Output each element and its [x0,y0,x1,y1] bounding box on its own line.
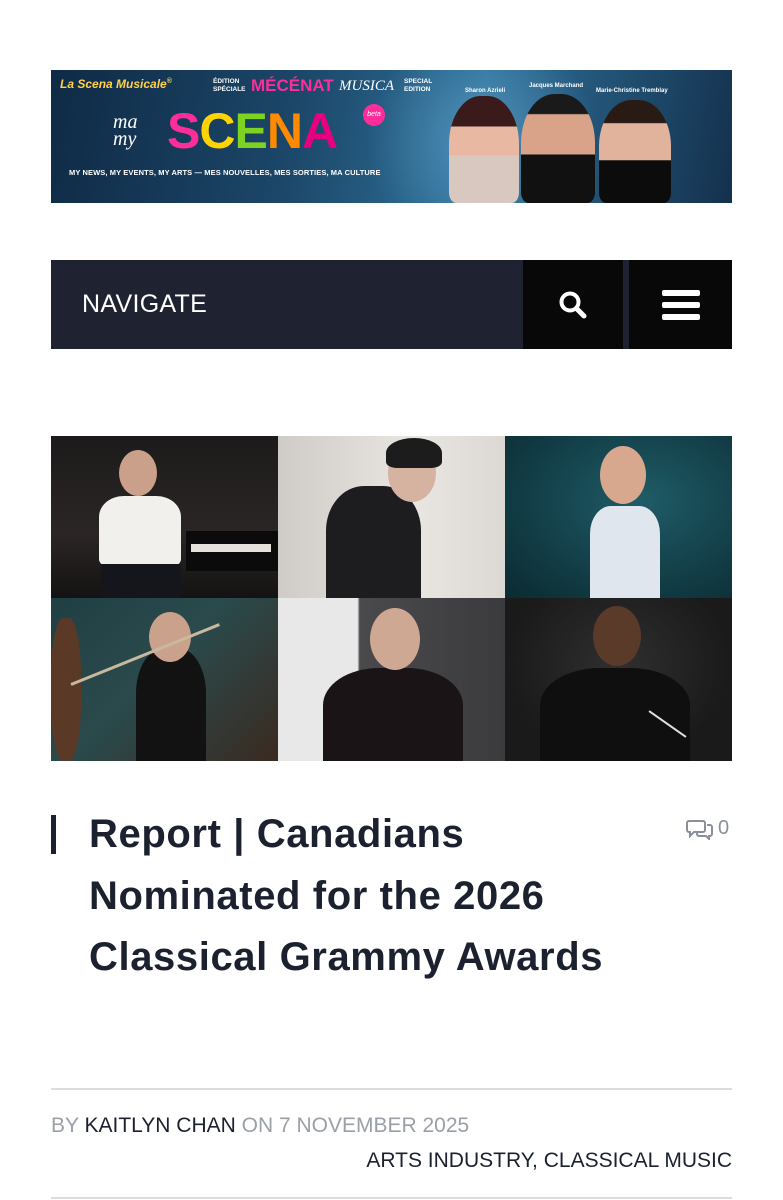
figure-legs [101,564,181,598]
figure-body [326,486,421,598]
figure-body [540,668,690,761]
photo-pianist-portrait [278,436,505,598]
photo-pianist [51,436,278,598]
banner-portrait [521,94,595,203]
banner-ma-my: ma my [113,111,138,150]
divider [51,1088,732,1090]
author-link[interactable]: KAITLYN CHAN [84,1114,235,1137]
photo-conductor-arms-crossed [505,598,732,761]
menu-button[interactable] [629,260,732,349]
category-link[interactable]: ARTS INDUSTRY [366,1149,532,1172]
category-separator: , [532,1149,544,1172]
divider [51,1197,732,1199]
banner-tagline: MY NEWS, MY EVENTS, MY ARTS — MES NOUVEL… [69,168,381,177]
search-icon [559,291,587,318]
byline-prefix: BY [51,1114,85,1137]
figure-body [99,496,181,566]
banner-mecenat: MÉCÉNAT [251,76,334,95]
hamburger-menu-icon [661,289,700,320]
photo-conductor [278,598,505,761]
banner-beta-badge: beta [363,104,385,126]
banner-person-label: Marie-Christine Tremblay [596,88,668,94]
figure-head [593,606,641,666]
navigation-bar: NAVIGATE [51,260,732,349]
featured-image-collage[interactable] [51,436,732,761]
search-button[interactable] [523,260,623,349]
banner-person-label: Sharon Azrieli [465,88,506,94]
figure-head [119,450,157,496]
title-accent-bar [51,815,56,854]
banner-edition-right: SPECIAL EDITION [404,78,433,93]
byline: BY KAITLYN CHAN ON 7 NOVEMBER 2025 [51,1114,469,1138]
category-list: ARTS INDUSTRY, CLASSICAL MUSIC [366,1149,732,1173]
ad-banner[interactable]: La Scena Musicale® ÉDITION SPÉCIALE MÉCÉN… [51,70,732,203]
date-prefix: ON [235,1114,279,1137]
figure-body [323,668,463,761]
photo-violinist [51,598,278,761]
publish-date: 7 NOVEMBER 2025 [278,1114,470,1137]
banner-musica: MUSICA [339,78,394,94]
comment-bubbles-icon [686,819,713,840]
piano-keys [191,544,271,552]
comment-count-link[interactable]: 0 [686,817,729,840]
comment-count: 0 [718,817,730,839]
category-link[interactable]: CLASSICAL MUSIC [544,1149,732,1172]
banner-brand: La Scena Musicale® [60,77,172,91]
article-title: Report | Canadians Nominated for the 202… [89,812,604,979]
banner-edition-left: ÉDITION SPÉCIALE [213,78,246,93]
figure-hair [386,438,442,468]
figure-head [370,608,420,670]
banner-portrait [449,96,519,203]
double-bass [51,618,81,761]
banner-portrait [599,100,671,203]
photo-soprano [505,436,732,598]
navigate-label[interactable]: NAVIGATE [82,260,207,349]
banner-scena-logo: SCENA [167,103,338,159]
banner-person-label: Jacques Marchand [529,83,584,89]
figure-body [136,648,206,761]
